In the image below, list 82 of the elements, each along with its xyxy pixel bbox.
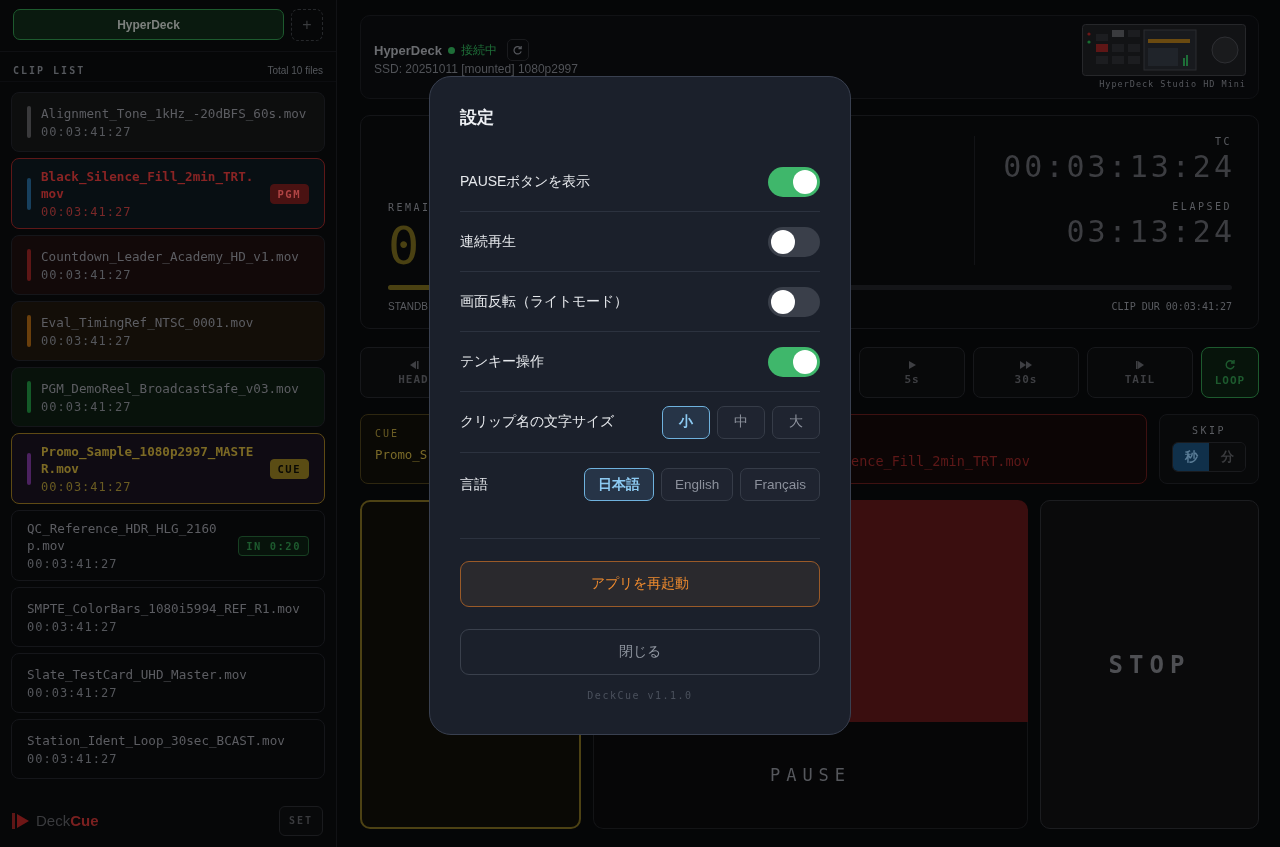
clip-duration: 00:03:41:27 — [27, 557, 119, 571]
clip-item[interactable]: Promo_Sample_1080p2997_MASTER.mov 00:03:41:27 CUE — [11, 433, 325, 504]
toggle-switch[interactable] — [768, 166, 820, 197]
clip-badge: PGM — [269, 183, 309, 204]
transport-state: STANDB — [388, 301, 428, 312]
option-button[interactable]: Français — [740, 468, 820, 501]
clip-name: Station_Ident_Loop_30sec_BCAST.mov — [27, 732, 286, 749]
clip-duration: 00:03:41:27 — [41, 480, 133, 494]
elapsed-label: ELAPSED — [1172, 201, 1232, 212]
cue-label: CUE — [375, 428, 400, 439]
toggle-switch[interactable] — [768, 226, 820, 257]
add-device-button[interactable]: + — [291, 9, 323, 41]
clip-item[interactable]: SMPTE_ColorBars_1080i5994_REF_R1.mov 00:03:41:27 — [11, 587, 325, 647]
clip-name: Eval_TimingRef_NTSC_0001.mov — [41, 314, 255, 331]
clip-duration: 00:03:41:27 — [41, 334, 133, 348]
clip-name: Alignment_Tone_1kHz_-20dBFS_60s.mov — [41, 105, 308, 122]
transport-button[interactable]: 30s — [973, 347, 1079, 398]
clip-item[interactable]: Alignment_Tone_1kHz_-20dBFS_60s.mov 00:03:41:27 — [11, 92, 325, 152]
clip-name: Slate_TestCard_UHD_Master.mov — [27, 666, 248, 683]
close-button[interactable]: 閉じる — [460, 629, 820, 675]
connection-status: 接続中 — [460, 41, 497, 59]
elapsed-time: 03:13:24 — [1066, 213, 1235, 251]
restart-button[interactable]: アプリを再起動 — [460, 561, 820, 607]
refresh-icon — [512, 44, 524, 56]
clip-duration: 00:03:41:27 — [41, 268, 133, 282]
transport-button[interactable]: LOOP — [1201, 347, 1259, 398]
device-model: HyperDeck Studio HD Mini — [1099, 79, 1246, 89]
option-button[interactable]: 日本語 — [583, 468, 654, 501]
toggle-switch[interactable] — [768, 286, 820, 317]
fast-forward-icon — [1019, 359, 1033, 370]
remaining-time: 0 — [388, 217, 420, 276]
clip-item[interactable]: Station_Ident_Loop_30sec_BCAST.mov 00:03:41:27 — [11, 719, 325, 779]
clip-badge: IN 0:20 — [238, 535, 309, 556]
clip-item[interactable]: Slate_TestCard_UHD_Master.mov 00:03:41:27 — [11, 653, 325, 713]
clip-item[interactable]: Eval_TimingRef_NTSC_0001.mov 00:03:41:27 — [11, 301, 325, 361]
toggle-switch[interactable] — [768, 346, 820, 377]
option-button[interactable]: 大 — [772, 405, 820, 439]
device-tab[interactable]: HyperDeck — [13, 9, 284, 40]
loop-icon — [1224, 358, 1236, 371]
stop-button[interactable]: STOP — [1040, 500, 1259, 829]
clip-duration: 00:03:41:27 — [41, 125, 133, 139]
clip-name: PGM_DemoReel_BroadcastSafe_v03.mov — [41, 380, 300, 397]
logo-icon — [12, 812, 30, 829]
setting-label: PAUSEボタンを表示 — [460, 172, 591, 191]
setting-label: 言語 — [460, 475, 488, 494]
storage-info: SSD: 20251011 [mounted] 1080p2997 — [374, 62, 578, 76]
file-count: Total 10 files — [267, 65, 323, 76]
timecode: 00:03:13:24 — [1003, 148, 1235, 186]
clip-item[interactable]: Countdown_Leader_Academy_HD_v1.mov 00:03:41:27 — [11, 235, 325, 295]
program-clip-name: ence_Fill_2min_TRT.mov — [851, 453, 1030, 469]
clip-name: Promo_Sample_1080p2997_MASTER.mov — [41, 443, 255, 477]
transport-button[interactable]: 5s — [859, 347, 965, 398]
clip-duration: 00:03:41:27 — [27, 686, 119, 700]
remaining-label: REMAI — [388, 202, 431, 214]
clip-duration: 00:03:41:27 — [41, 400, 133, 414]
setting-label: 連続再生 — [460, 232, 516, 251]
clip-item[interactable]: QC_Reference_HDR_HLG_2160p.mov 00:03:41:27 IN 0:20 — [11, 510, 325, 581]
cue-clip-name: Promo_S — [375, 447, 428, 462]
clip-duration: CLIP DUR 00:03:41:27 — [1111, 301, 1232, 312]
skip-label: SKIP — [1191, 425, 1227, 436]
device-name: HyperDeck — [374, 42, 442, 58]
clip-list-title: CLIP LIST — [13, 65, 86, 76]
dialog-title: 設定 — [460, 107, 495, 129]
clip-duration: 00:03:41:27 — [27, 620, 119, 634]
clip-item[interactable]: Black_Silence_Fill_2min_TRT.mov 00:03:41:27 PGM — [11, 158, 325, 229]
clip-name: SMPTE_ColorBars_1080i5994_REF_R1.mov — [27, 600, 301, 617]
clip-duration: 00:03:41:27 — [27, 752, 119, 766]
timecode-label: TC — [1214, 136, 1232, 147]
option-button[interactable]: English — [660, 468, 734, 501]
option-button[interactable]: 中 — [717, 405, 765, 439]
option-button[interactable]: 小 — [662, 405, 710, 439]
pause-button[interactable]: PAUSE — [593, 722, 1028, 829]
setting-label: クリップ名の文字サイズ — [460, 413, 614, 431]
setting-label: 画面反転（ライトモード） — [460, 292, 628, 311]
skip-unit-option[interactable]: 秒 — [1173, 443, 1209, 471]
clip-badge: CUE — [269, 458, 309, 479]
clip-name: Countdown_Leader_Academy_HD_v1.mov — [41, 248, 300, 265]
transport-button[interactable]: TAIL — [1087, 347, 1193, 398]
clip-item[interactable]: PGM_DemoReel_BroadcastSafe_v03.mov 00:03:41:27 — [11, 367, 325, 427]
clip-duration: 00:03:41:27 — [41, 205, 133, 219]
clip-name: Black_Silence_Fill_2min_TRT.mov — [41, 168, 255, 202]
clip-name: QC_Reference_HDR_HLG_2160p.mov — [27, 520, 218, 554]
